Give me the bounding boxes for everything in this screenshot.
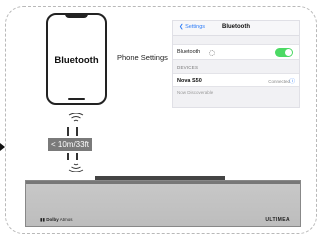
dolby-label: Dolby [46,217,59,222]
discoverable-text: Now Discoverable [177,90,214,95]
signal-line-left [67,127,69,136]
phone-home-bar [68,98,85,100]
device-status: Connected [268,78,290,84]
bluetooth-row: Bluetooth [173,44,299,60]
signal-line-right-lower [76,153,78,160]
signal-waves-icon [68,113,84,122]
info-icon[interactable]: ⓘ [289,77,295,85]
soundbar-top-edge [26,181,300,184]
device-row[interactable]: Nova S50 Connected ⓘ [173,73,299,87]
atmos-label: Atmos [58,217,73,222]
soundbar-illustration: ▮▮ Dolby Atmos ULTIMEA [25,180,301,227]
dolby-atmos-logo: ▮▮ Dolby Atmos [40,217,73,223]
phone-settings-caption: Phone Settings [117,53,168,62]
toggle-knob [285,49,292,56]
distance-badge: < 10m/33ft [48,138,92,151]
discoverable-row: Now Discoverable [173,88,299,100]
bluetooth-row-label: Bluetooth [177,49,201,55]
signal-waves-lower-icon [68,163,84,172]
loading-spinner-icon [209,50,215,56]
device-name: Nova S50 [177,78,202,84]
dolby-double-d-icon: ▮▮ [40,217,45,222]
phone-notch [65,13,88,18]
signal-line-left-lower [67,153,69,160]
signal-line-right [76,127,78,136]
bluetooth-toggle[interactable] [275,48,293,57]
settings-nav-bar: ❮ Settings Bluetooth [173,21,299,36]
brand-logo: ULTIMEA [265,217,290,223]
devices-section-header: DEVICES [177,65,199,70]
phone-illustration: Bluetooth [46,13,107,105]
settings-title: Bluetooth [222,24,250,30]
bluetooth-settings-panel: ❮ Settings Bluetooth Bluetooth DEVICES N… [172,20,300,108]
arrow-right-icon [0,143,5,151]
phone-screen-label: Bluetooth [54,55,99,66]
